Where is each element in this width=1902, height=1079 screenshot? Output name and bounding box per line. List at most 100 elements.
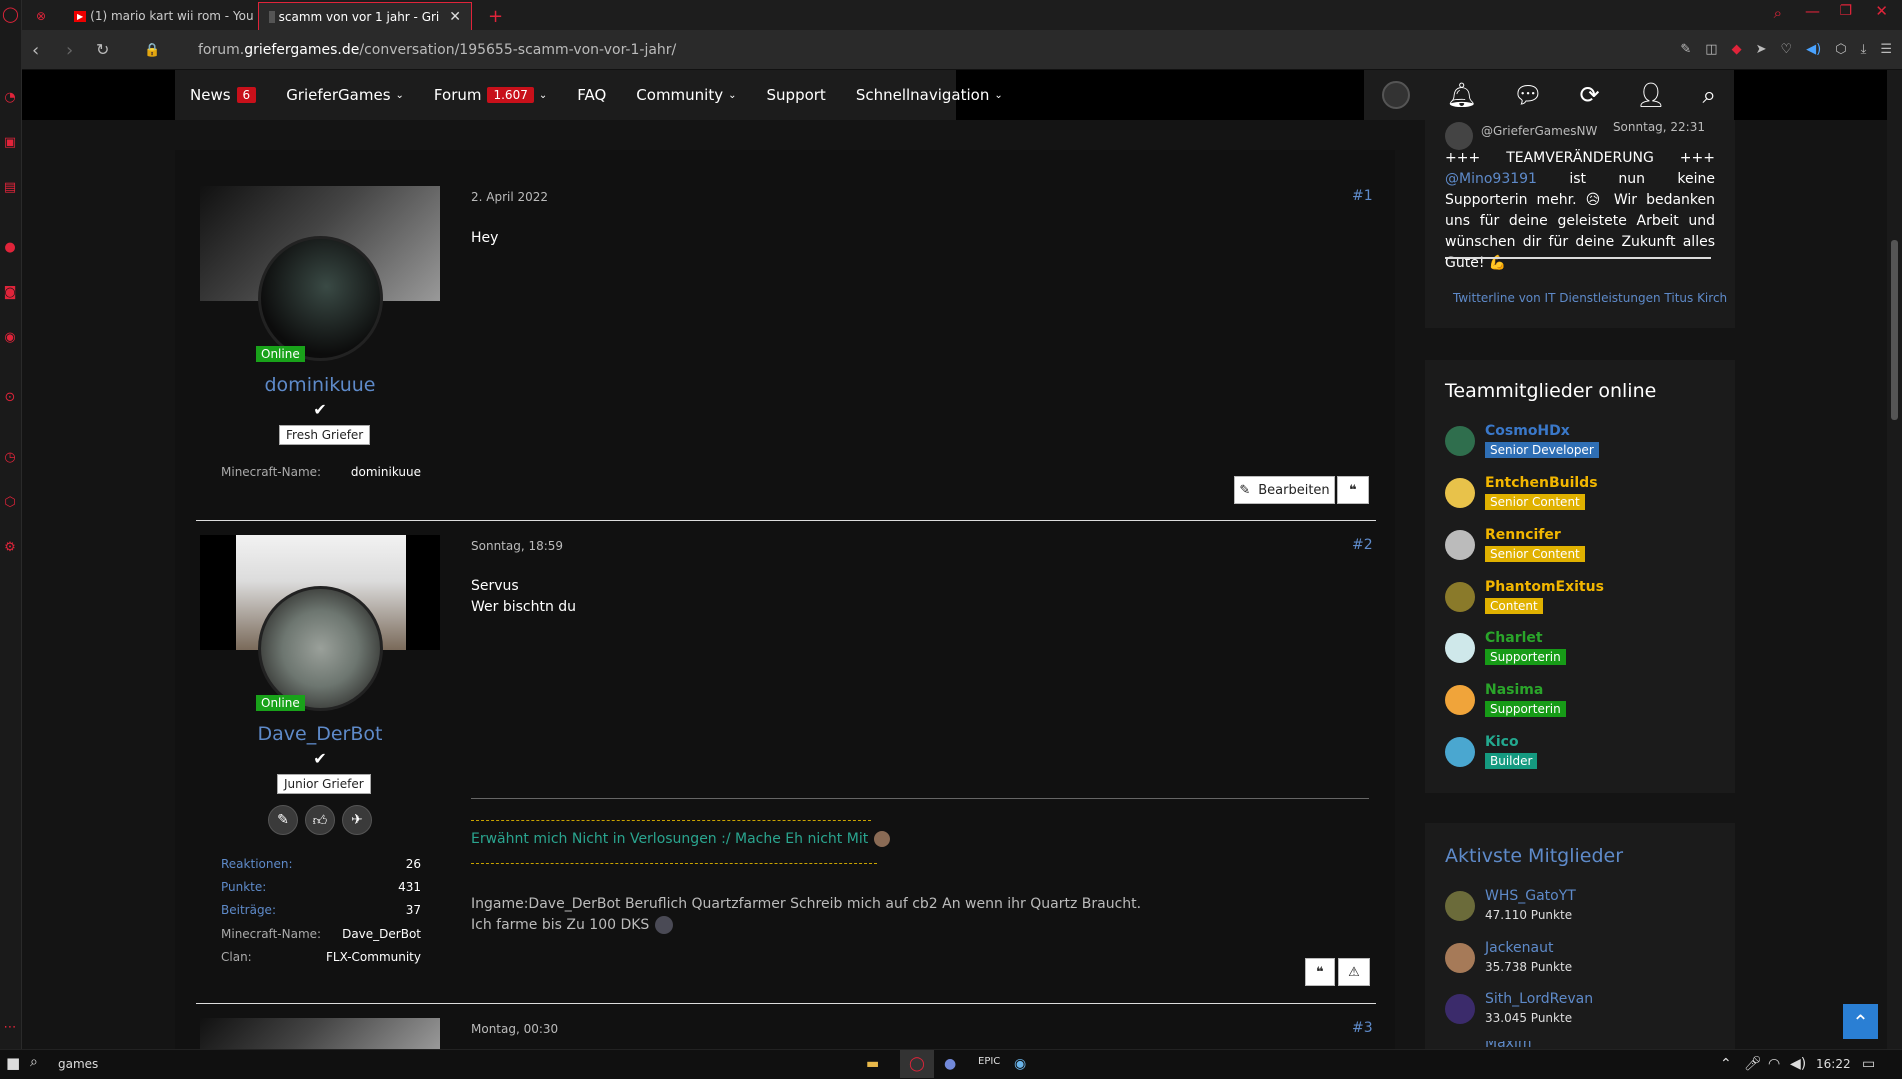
speed-dial-icon[interactable]: ◔ bbox=[2, 90, 18, 106]
pencil-award-icon[interactable]: ✎ bbox=[268, 805, 298, 835]
user-icon[interactable]: 👤︎ bbox=[1636, 81, 1666, 109]
post-number[interactable]: #2 bbox=[1352, 537, 1373, 553]
heart-icon[interactable]: ♡ bbox=[1781, 42, 1793, 57]
camera-icon[interactable]: ◫ bbox=[1705, 42, 1717, 57]
avatar[interactable] bbox=[258, 236, 383, 361]
bell-icon[interactable]: 🔔︎ bbox=[1446, 81, 1476, 109]
active-member[interactable]: Jackenaut 35.738 Punkte bbox=[1445, 940, 1735, 986]
forward-icon[interactable]: › bbox=[66, 40, 73, 61]
microphone-icon[interactable]: 🎤︎ bbox=[1744, 1056, 1762, 1072]
opera-logo-icon[interactable]: ◯ bbox=[2, 6, 19, 22]
report-button[interactable]: ⚠ bbox=[1338, 958, 1370, 986]
send-icon[interactable]: ➤ bbox=[1756, 42, 1767, 57]
post-number[interactable]: #1 bbox=[1352, 188, 1373, 204]
twitter-icon[interactable]: ◉ bbox=[2, 330, 18, 346]
active-member[interactable]: WHS_GatoYT 47.110 Punkte bbox=[1445, 888, 1735, 934]
url-field[interactable]: forum.griefergames.de/conversation/19565… bbox=[198, 42, 676, 58]
signature-link[interactable]: Erwähnt mich Nicht in Verlosungen :/ Mac… bbox=[471, 831, 891, 847]
active-member[interactable]: Sith_LordRevan 33.045 Punkte bbox=[1445, 991, 1735, 1037]
bag-icon[interactable]: ▣ bbox=[2, 135, 18, 151]
pocket-icon[interactable]: ◆ bbox=[1732, 42, 1742, 57]
user-avatar[interactable] bbox=[1382, 81, 1411, 109]
team-member[interactable]: Kico Builder bbox=[1445, 734, 1735, 780]
quote-button[interactable]: ❝ bbox=[1337, 476, 1369, 504]
conversations-icon[interactable]: 💬︎ bbox=[1513, 81, 1543, 109]
search-icon[interactable]: ⌕ bbox=[30, 1054, 38, 1070]
twitterline-credit[interactable]: Twitterline von IT Dienstleistungen Titu… bbox=[1453, 291, 1727, 305]
more-icon[interactable]: ⋯ bbox=[2, 1020, 18, 1036]
active-title[interactable]: Aktivste Mitglieder bbox=[1445, 845, 1623, 867]
quote-button[interactable]: ❝ bbox=[1305, 958, 1335, 986]
meta-label[interactable]: Beiträge: bbox=[221, 903, 276, 917]
plane-award-icon[interactable]: ✈ bbox=[342, 805, 372, 835]
refresh-icon[interactable]: ⟳ bbox=[1580, 81, 1600, 109]
twitter-handle[interactable]: @GrieferGamesNW bbox=[1481, 124, 1597, 138]
nav-community[interactable]: Community ⌄ bbox=[636, 86, 736, 104]
settings-icon[interactable]: ⚙ bbox=[2, 540, 18, 556]
steam-icon[interactable]: ◉ bbox=[1014, 1056, 1026, 1072]
instagram-icon[interactable]: ◙ bbox=[2, 285, 18, 301]
search-icon[interactable]: ⌕ bbox=[1702, 81, 1715, 109]
nav-support[interactable]: Support bbox=[767, 86, 826, 104]
edit-button[interactable]: ✎ Bearbeiten bbox=[1234, 476, 1335, 504]
wifi-icon[interactable]: ◠ bbox=[1768, 1056, 1780, 1072]
audio-icon[interactable]: ◀) bbox=[1806, 42, 1821, 57]
close-tab-icon[interactable]: ✕ bbox=[449, 9, 461, 25]
username[interactable]: dominikuue bbox=[200, 374, 440, 396]
cube-icon[interactable]: ⬡ bbox=[1835, 42, 1846, 57]
nav-schnellnavigation[interactable]: Schnellnavigation ⌄ bbox=[856, 86, 1003, 104]
player-icon[interactable]: ⊙ bbox=[2, 390, 18, 406]
tray-chevron-up-icon[interactable]: ⌃ bbox=[1720, 1056, 1732, 1072]
nav-faq[interactable]: FAQ bbox=[577, 86, 606, 104]
windows-start-icon[interactable]: ■ bbox=[6, 1054, 20, 1072]
team-member[interactable]: Nasima Supporterin bbox=[1445, 682, 1735, 728]
tab-youtube[interactable]: ▶ (1) mario kart wii rom - You ✕ bbox=[64, 2, 256, 30]
team-member[interactable]: Renncifer Senior Content bbox=[1445, 527, 1735, 573]
epic-games-icon[interactable]: EPIC bbox=[978, 1056, 1000, 1067]
meta-label[interactable]: Punkte: bbox=[221, 880, 266, 894]
history-icon[interactable]: ◷ bbox=[2, 450, 18, 466]
back-icon[interactable]: ‹ bbox=[32, 40, 39, 61]
thumbs-up-award-icon[interactable]: 👍︎ bbox=[305, 805, 335, 835]
opera-taskbar-icon[interactable]: ◯ bbox=[900, 1050, 934, 1078]
discord-icon[interactable]: ● bbox=[944, 1056, 956, 1072]
team-member[interactable]: Charlet Supporterin bbox=[1445, 630, 1735, 676]
post-number[interactable]: #3 bbox=[1352, 1020, 1373, 1036]
nav-news[interactable]: News 6 bbox=[190, 86, 257, 104]
scrollbar-thumb[interactable] bbox=[1891, 240, 1898, 420]
edit-page-icon[interactable]: ✎ bbox=[1680, 42, 1691, 57]
team-member[interactable]: CosmoHDx Senior Developer bbox=[1445, 423, 1735, 469]
username[interactable]: Dave_DerBot bbox=[200, 723, 440, 745]
volume-icon[interactable]: ◀) bbox=[1790, 1056, 1806, 1072]
scroll-to-top-button[interactable]: ⌃ bbox=[1843, 1004, 1878, 1039]
notification-icon[interactable]: ▭ bbox=[1862, 1056, 1875, 1072]
nav-grieferGames[interactable]: GrieferGames ⌄ bbox=[286, 86, 404, 104]
extensions-icon[interactable]: ⬡ bbox=[2, 495, 18, 511]
page-scrollbar[interactable] bbox=[1887, 70, 1902, 1049]
restore-icon[interactable]: ❐ bbox=[1839, 3, 1852, 19]
close-window-icon[interactable]: ✕ bbox=[1875, 2, 1888, 20]
team-member[interactable]: PhantomExitus Content bbox=[1445, 579, 1735, 625]
meta-label[interactable]: Reaktionen: bbox=[221, 857, 293, 871]
mention-link[interactable]: @Mino93191 bbox=[1445, 171, 1537, 187]
nav-forum[interactable]: Forum 1.607 ⌄ bbox=[434, 86, 547, 104]
folder-icon[interactable]: ▬ bbox=[866, 1056, 879, 1072]
address-bar-area: ‹ › ↻ 🔒 forum.griefergames.de/conversati… bbox=[22, 30, 1902, 70]
team-member[interactable]: EntchenBuilds Senior Content bbox=[1445, 475, 1735, 521]
new-tab-button[interactable]: + bbox=[478, 2, 513, 30]
active-member[interactable]: Maxim bbox=[1445, 1041, 1735, 1049]
twitch-icon[interactable]: ▤ bbox=[2, 180, 18, 196]
reload-icon[interactable]: ↻ bbox=[96, 40, 109, 59]
member-avatar bbox=[1445, 530, 1475, 560]
search-tabs-icon[interactable]: ⌕ bbox=[1774, 4, 1782, 22]
tab-current[interactable]: scamm von vor 1 jahr - Gri ✕ bbox=[258, 2, 472, 30]
minimize-icon[interactable]: — bbox=[1805, 2, 1820, 20]
download-icon[interactable]: ⤓ bbox=[1861, 42, 1867, 57]
messenger-icon[interactable]: ● bbox=[2, 240, 18, 256]
tab-gaming[interactable]: ⊗ bbox=[26, 2, 64, 30]
menu-icon[interactable]: ☰ bbox=[1880, 42, 1892, 57]
clock[interactable]: 16:22 bbox=[1816, 1057, 1851, 1071]
taskbar-search-input[interactable]: games bbox=[58, 1057, 98, 1071]
avatar[interactable] bbox=[258, 586, 383, 711]
pencil-icon: ✎ bbox=[1239, 482, 1251, 498]
